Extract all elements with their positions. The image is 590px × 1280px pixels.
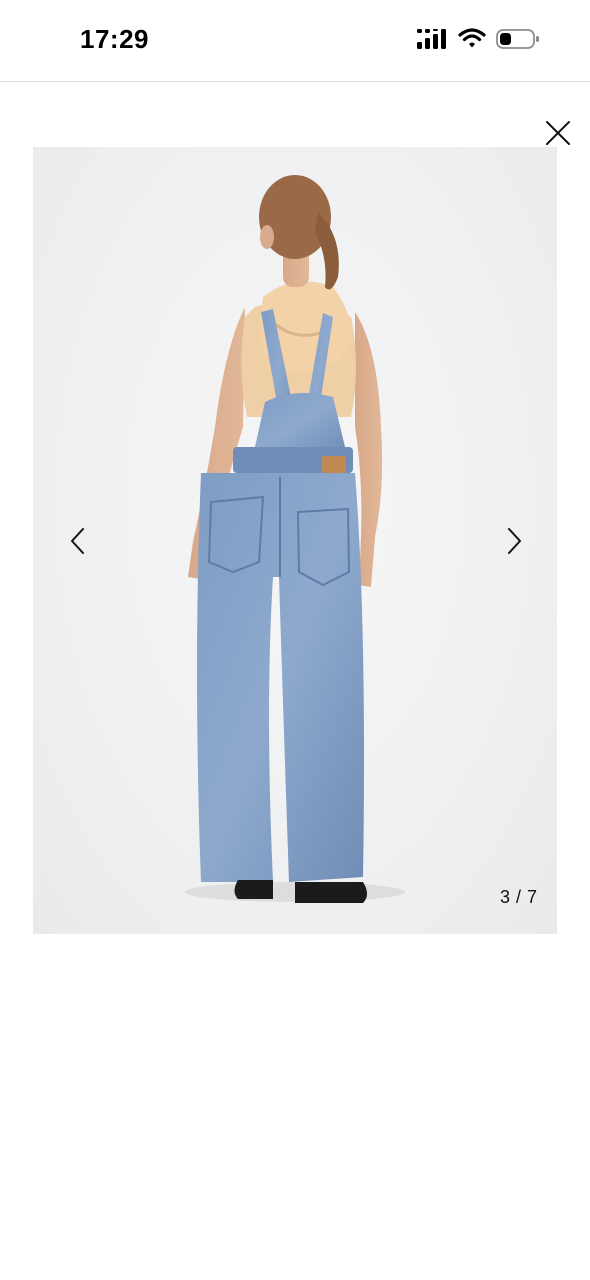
chevron-left-icon[interactable] <box>66 526 90 556</box>
product-photo <box>185 175 405 903</box>
image-counter: 3 / 7 <box>500 887 538 907</box>
status-bar: 17:29 <box>0 0 590 80</box>
battery-icon <box>496 29 539 49</box>
status-bar-divider <box>0 81 590 82</box>
wifi-icon <box>458 28 486 48</box>
status-time: 17:29 <box>80 24 149 54</box>
close-icon[interactable] <box>543 118 573 148</box>
product-image-gallery[interactable]: 3 / 7 <box>33 147 557 934</box>
chevron-right-icon[interactable] <box>502 526 526 556</box>
signal-icon <box>417 29 446 49</box>
